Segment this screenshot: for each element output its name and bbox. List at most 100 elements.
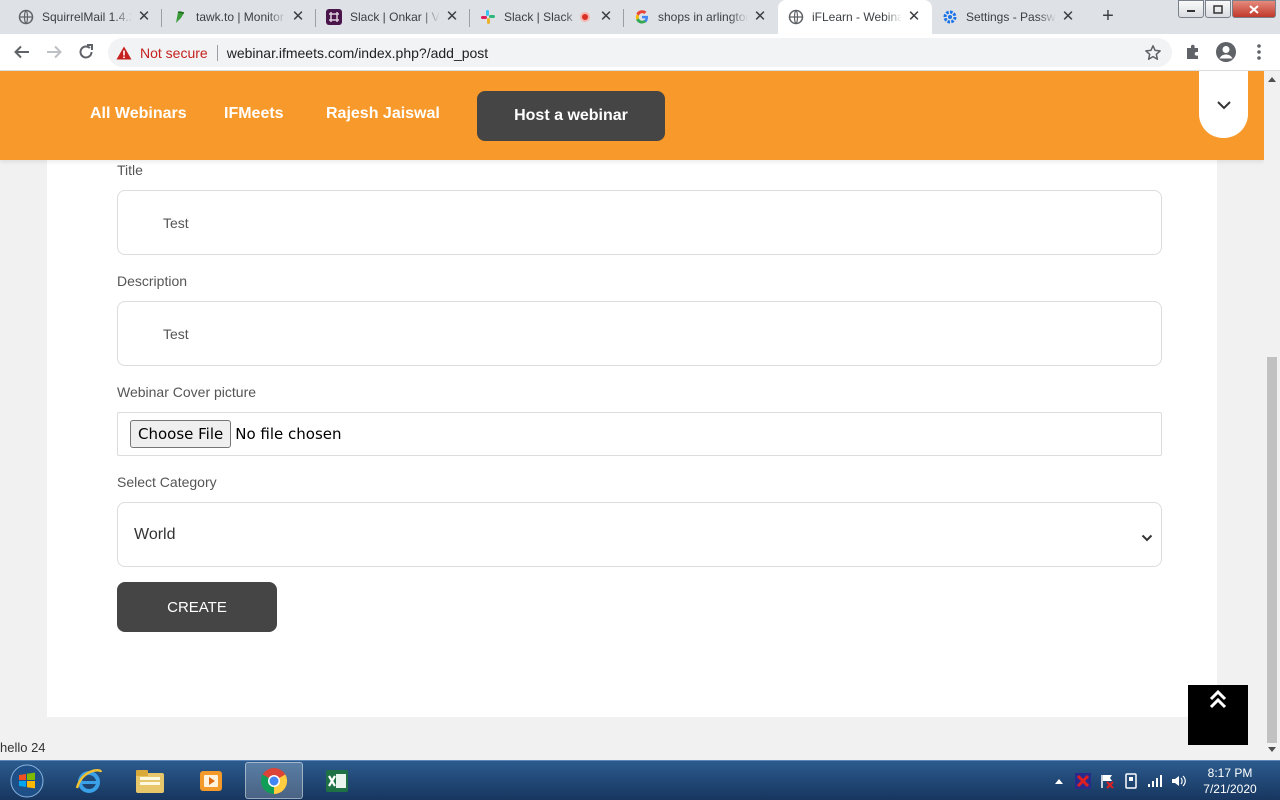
nav-link-all-webinars[interactable]: All Webinars <box>90 105 187 123</box>
description-input[interactable]: Test <box>117 301 1162 366</box>
reload-button[interactable] <box>74 40 98 64</box>
scroll-up-arrow-icon[interactable] <box>1268 77 1276 82</box>
tab-settings-password[interactable]: Settings - Password ✕ <box>932 0 1086 34</box>
not-secure-label: Not secure <box>140 44 208 61</box>
tab-squirrelmail[interactable]: SquirrelMail 1.4.2 ✕ <box>8 0 162 34</box>
category-label: Select Category <box>117 474 217 490</box>
google-icon <box>634 9 650 25</box>
choose-file-button[interactable]: Choose File <box>130 420 232 448</box>
web-page: Title Test Description Test Webinar Cove… <box>0 71 1264 760</box>
globe-icon <box>788 9 804 25</box>
tab-title: iFLearn - Webinar <box>812 10 902 24</box>
security-shield-icon[interactable] <box>1074 772 1092 790</box>
volume-icon[interactable] <box>1170 772 1188 790</box>
nav-link-ifmeets[interactable]: IFMeets <box>224 105 284 123</box>
system-tray <box>1050 761 1194 800</box>
tab-slack-recording[interactable]: Slack | Slack ✕ <box>470 0 624 34</box>
scroll-down-arrow-icon[interactable] <box>1268 747 1276 752</box>
close-tab-icon[interactable]: ✕ <box>752 9 768 25</box>
title-input[interactable]: Test <box>117 190 1162 255</box>
device-icon[interactable] <box>1122 772 1140 790</box>
close-tab-icon[interactable]: ✕ <box>290 9 306 25</box>
taskbar-internet-explorer[interactable] <box>60 762 118 799</box>
nav-link-user-profile[interactable]: Rajesh Jaiswal <box>326 105 440 123</box>
cover-picture-label: Webinar Cover picture <box>117 384 257 400</box>
chrome-icon <box>260 767 288 794</box>
site-navbar: All Webinars IFMeets Rajesh Jaiswal Host… <box>0 71 1264 160</box>
close-tab-icon[interactable]: ✕ <box>444 9 460 25</box>
extensions-button[interactable] <box>1181 40 1205 64</box>
host-webinar-button[interactable]: Host a webinar <box>477 91 665 141</box>
windows-taskbar: 8:17 PM 7/21/2020 <box>0 760 1280 800</box>
close-tab-icon[interactable]: ✕ <box>906 9 922 25</box>
close-tab-icon[interactable]: ✕ <box>598 9 614 25</box>
back-button[interactable] <box>10 40 34 64</box>
double-chevron-up-icon <box>1209 689 1227 709</box>
clock-time: 8:17 PM <box>1207 766 1253 780</box>
tab-title: SquirrelMail 1.4.2 <box>42 10 132 24</box>
create-button[interactable]: CREATE <box>117 582 277 632</box>
browser-toolbar: Not secure webinar.ifmeets.com/index.php… <box>0 34 1280 71</box>
chevron-down-icon <box>1216 100 1231 109</box>
browser-tab-strip: SquirrelMail 1.4.2 ✕ tawk.to | Monitor ✕… <box>0 0 1280 34</box>
title-label: Title <box>117 162 143 178</box>
debug-output-text: hello 24 <box>0 740 46 755</box>
puzzle-icon <box>1187 44 1198 59</box>
tab-tawk[interactable]: tawk.to | Monitor ✕ <box>162 0 316 34</box>
address-divider <box>216 44 218 61</box>
clock-date: 7/21/2020 <box>1203 782 1257 796</box>
nav-dropdown-toggle[interactable] <box>1199 71 1248 138</box>
file-explorer-icon <box>136 769 164 793</box>
close-tab-icon[interactable]: ✕ <box>1060 9 1076 25</box>
no-file-chosen-text: No file chosen <box>235 425 342 443</box>
taskbar-excel[interactable] <box>308 762 366 799</box>
warning-triangle-icon <box>116 46 132 59</box>
windows-start-icon <box>10 764 44 798</box>
system-clock[interactable]: 8:17 PM 7/21/2020 <box>1190 765 1270 797</box>
taskbar-media-player[interactable] <box>182 762 240 799</box>
show-hidden-icons-icon[interactable] <box>1050 772 1068 790</box>
url-text[interactable]: webinar.ifmeets.com/index.php?/add_post <box>227 45 489 61</box>
slack-icon <box>326 9 342 25</box>
network-signal-icon[interactable] <box>1146 772 1164 790</box>
start-button[interactable] <box>5 762 49 800</box>
media-player-icon <box>200 770 222 791</box>
profile-button[interactable] <box>1214 40 1238 64</box>
description-label: Description <box>117 273 188 289</box>
scrollbar-thumb[interactable] <box>1267 357 1277 743</box>
chevron-down-icon <box>1141 529 1153 547</box>
category-select[interactable]: World <box>117 502 1162 567</box>
minimize-button[interactable] <box>1178 0 1204 18</box>
close-window-button[interactable] <box>1232 0 1276 18</box>
tab-slack-onkar[interactable]: Slack | Onkar | VC ✕ <box>316 0 470 34</box>
tab-iflearn-webinar[interactable]: iFLearn - Webinar ✕ <box>778 0 932 34</box>
tab-google-search[interactable]: shops in arlington ✕ <box>624 0 778 34</box>
not-secure-indicator[interactable]: Not secure <box>116 45 208 61</box>
more-vertical-icon <box>1257 44 1261 60</box>
address-bar[interactable]: Not secure webinar.ifmeets.com/index.php… <box>108 38 1172 67</box>
chrome-menu-button[interactable] <box>1247 40 1271 64</box>
slack-icon <box>480 9 496 25</box>
taskbar-chrome[interactable] <box>245 762 303 799</box>
forward-button[interactable] <box>42 40 66 64</box>
new-tab-button[interactable]: + <box>1096 5 1120 29</box>
globe-icon <box>18 9 34 25</box>
taskbar-file-explorer[interactable] <box>121 762 179 799</box>
tab-title: Settings - Password <box>966 10 1056 24</box>
maximize-button[interactable] <box>1205 0 1231 18</box>
cover-picture-file-input[interactable]: Choose File No file chosen <box>117 412 1162 456</box>
tawk-icon <box>172 9 188 25</box>
add-post-form-card: Title Test Description Test Webinar Cove… <box>47 71 1217 717</box>
excel-icon <box>326 769 348 792</box>
gear-icon <box>942 9 958 25</box>
tab-title: Slack | Onkar | VC <box>350 10 440 24</box>
bookmark-star-icon[interactable] <box>1144 44 1162 65</box>
scroll-to-top-button[interactable] <box>1188 685 1248 745</box>
page-scrollbar[interactable] <box>1264 71 1280 760</box>
back-arrow-icon <box>14 45 29 59</box>
account-icon <box>1216 42 1236 62</box>
category-selected-value: World <box>134 525 176 543</box>
action-center-flag-icon[interactable] <box>1098 772 1116 790</box>
tab-title: shops in arlington <box>658 10 748 24</box>
close-tab-icon[interactable]: ✕ <box>136 9 152 25</box>
